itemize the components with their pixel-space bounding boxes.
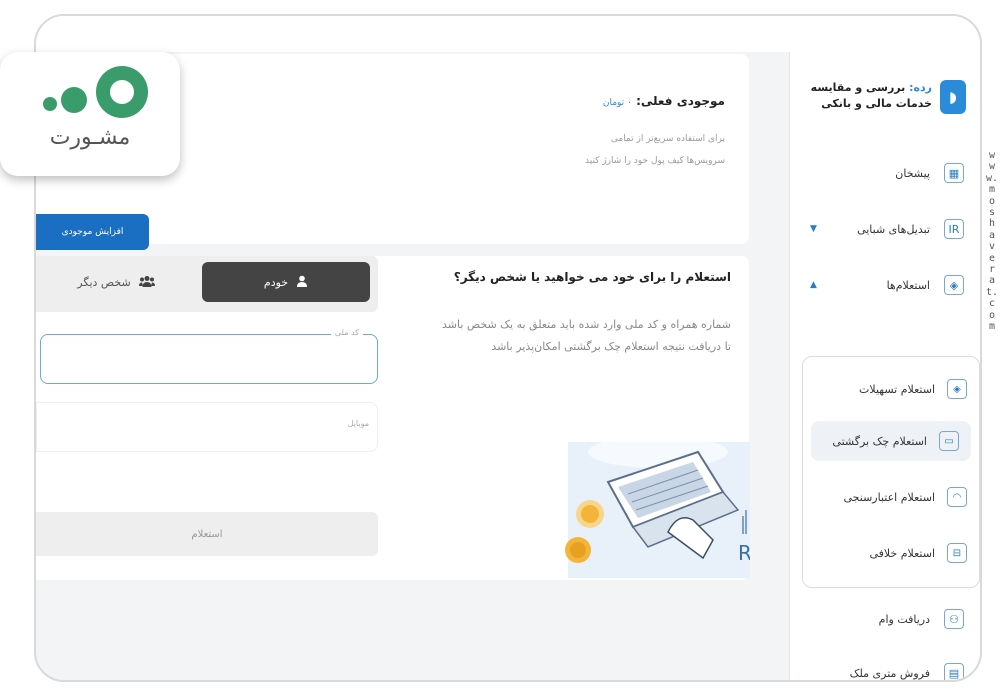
inquiry-icon: ◈ (944, 275, 964, 295)
sidebar-item-label: پیشخان (895, 166, 930, 180)
wallet-note-line1: برای استفاده سریع‌تر از تمامی (610, 134, 725, 144)
sidebar-item-label: استعلام‌ها (886, 278, 930, 292)
inquiry-submit-button[interactable]: استعلام (36, 512, 378, 556)
user-icon (296, 275, 308, 290)
sidebar-item-inquiries[interactable]: ◈ استعلام‌ها ▲ (790, 270, 980, 300)
topup-button[interactable]: افزایش موجودی (36, 214, 149, 250)
inquiry-card: استعلام را برای خود می خواهید یا شخص دیگ… (36, 256, 750, 580)
inquiry-desc-line2: تا دریافت نتیجه استعلام چک برگشتی امکان‌… (491, 340, 731, 353)
illustration-letter: R (738, 541, 750, 565)
sidebar-item-dashboard[interactable]: ▦ پیشخان (790, 158, 980, 188)
inquiry-description: شماره همراه و کد ملی وارد شده باید متعلق… (401, 314, 731, 358)
wallet-note: برای استفاده سریع‌تر از تمامی سرویس‌ها ک… (585, 128, 725, 172)
brand-logo-icon: ◗ (940, 80, 966, 114)
submenu-item-credit-score[interactable]: ◠ استعلام اعتبارسنجی (803, 477, 979, 517)
submenu-item-bounced-check[interactable]: ▭ استعلام چک برگشتی (811, 421, 971, 461)
balance-amount: ۰ تومان (602, 98, 632, 108)
brand-prefix: رده: (909, 81, 932, 94)
property-icon: ▤ (944, 663, 964, 680)
brand-line1: بررسی و مقایسه (810, 81, 906, 94)
car-icon: ⊟ (947, 543, 967, 563)
submenu-item-label: استعلام چک برگشتی (832, 434, 927, 448)
brand[interactable]: ◗ رده: بررسی و مقایسه خدمات مالی و بانکی (811, 80, 966, 114)
users-icon (138, 275, 155, 290)
moshaverat-logo: مشـورت (0, 52, 180, 176)
sidebar: ◗ رده: بررسی و مقایسه خدمات مالی و بانکی… (789, 52, 980, 680)
chevron-down-icon: ▼ (810, 224, 817, 234)
submenu-item-facilities[interactable]: ◈ استعلام تسهیلات (803, 369, 979, 409)
site-watermark: www.moshaverat.com (986, 150, 998, 333)
laptop-illustration: R (565, 436, 750, 578)
gauge-icon: ◠ (947, 487, 967, 507)
dashboard-icon: ▦ (944, 163, 964, 183)
option-other-label: شخص دیگر (77, 275, 131, 289)
balance-label: موجودی فعلی: (636, 94, 725, 108)
inquiries-submenu: ◈ استعلام تسهیلات ▭ استعلام چک برگشتی ◠ … (802, 356, 980, 588)
logo-text: مشـورت (50, 125, 131, 150)
option-self-button[interactable]: خودم (202, 262, 370, 302)
submenu-item-label: استعلام تسهیلات (859, 382, 935, 396)
facilities-icon: ◈ (947, 379, 967, 399)
wallet-note-line2: سرویس‌ها کیف پول خود را شارژ کنید (585, 156, 725, 166)
submenu-item-traffic-fines[interactable]: ⊟ استعلام خلافی (803, 533, 979, 573)
sidebar-item-label: تبدیل‌های شبایی (857, 222, 930, 236)
person-toggle: خودم شخص دیگر (36, 256, 378, 312)
check-icon: ▭ (939, 431, 959, 451)
watermark-text: www.moshaverat.com (986, 150, 999, 333)
top-bar (36, 16, 980, 52)
inquiry-desc-line1: شماره همراه و کد ملی وارد شده باید متعلق… (441, 318, 731, 331)
loan-icon: ⚇ (944, 609, 964, 629)
option-self-label: خودم (263, 275, 289, 289)
sidebar-item-property-sale[interactable]: ▤ فروش متری ملک (790, 658, 980, 680)
sidebar-item-loan[interactable]: ⚇ دریافت وام (790, 604, 980, 634)
brand-text: رده: بررسی و مقایسه خدمات مالی و بانکی (811, 80, 932, 112)
mobile-field[interactable]: موبایل (36, 402, 378, 452)
current-balance: موجودی فعلی: ۰ تومان (603, 94, 725, 108)
sidebar-item-sheba-conversions[interactable]: IR تبدیل‌های شبایی ▼ (790, 214, 980, 244)
inquiry-question: استعلام را برای خود می خواهید یا شخص دیگ… (453, 270, 731, 284)
national-code-field[interactable]: کد ملی (40, 328, 378, 384)
submenu-item-label: استعلام اعتبارسنجی (843, 490, 936, 504)
submenu-item-label: استعلام خلافی (869, 546, 935, 560)
sidebar-item-label: فروش متری ملک (849, 666, 930, 680)
national-code-label: کد ملی (330, 328, 363, 337)
convert-icon: IR (944, 219, 964, 239)
logo-mark: مشـورت (43, 66, 148, 150)
chevron-up-icon: ▲ (810, 280, 817, 290)
sidebar-item-label: دریافت وام (878, 612, 930, 626)
option-other-button[interactable]: شخص دیگر (36, 262, 196, 302)
brand-line2: خدمات مالی و بانکی (821, 97, 932, 110)
mobile-label: موبایل (347, 419, 369, 428)
